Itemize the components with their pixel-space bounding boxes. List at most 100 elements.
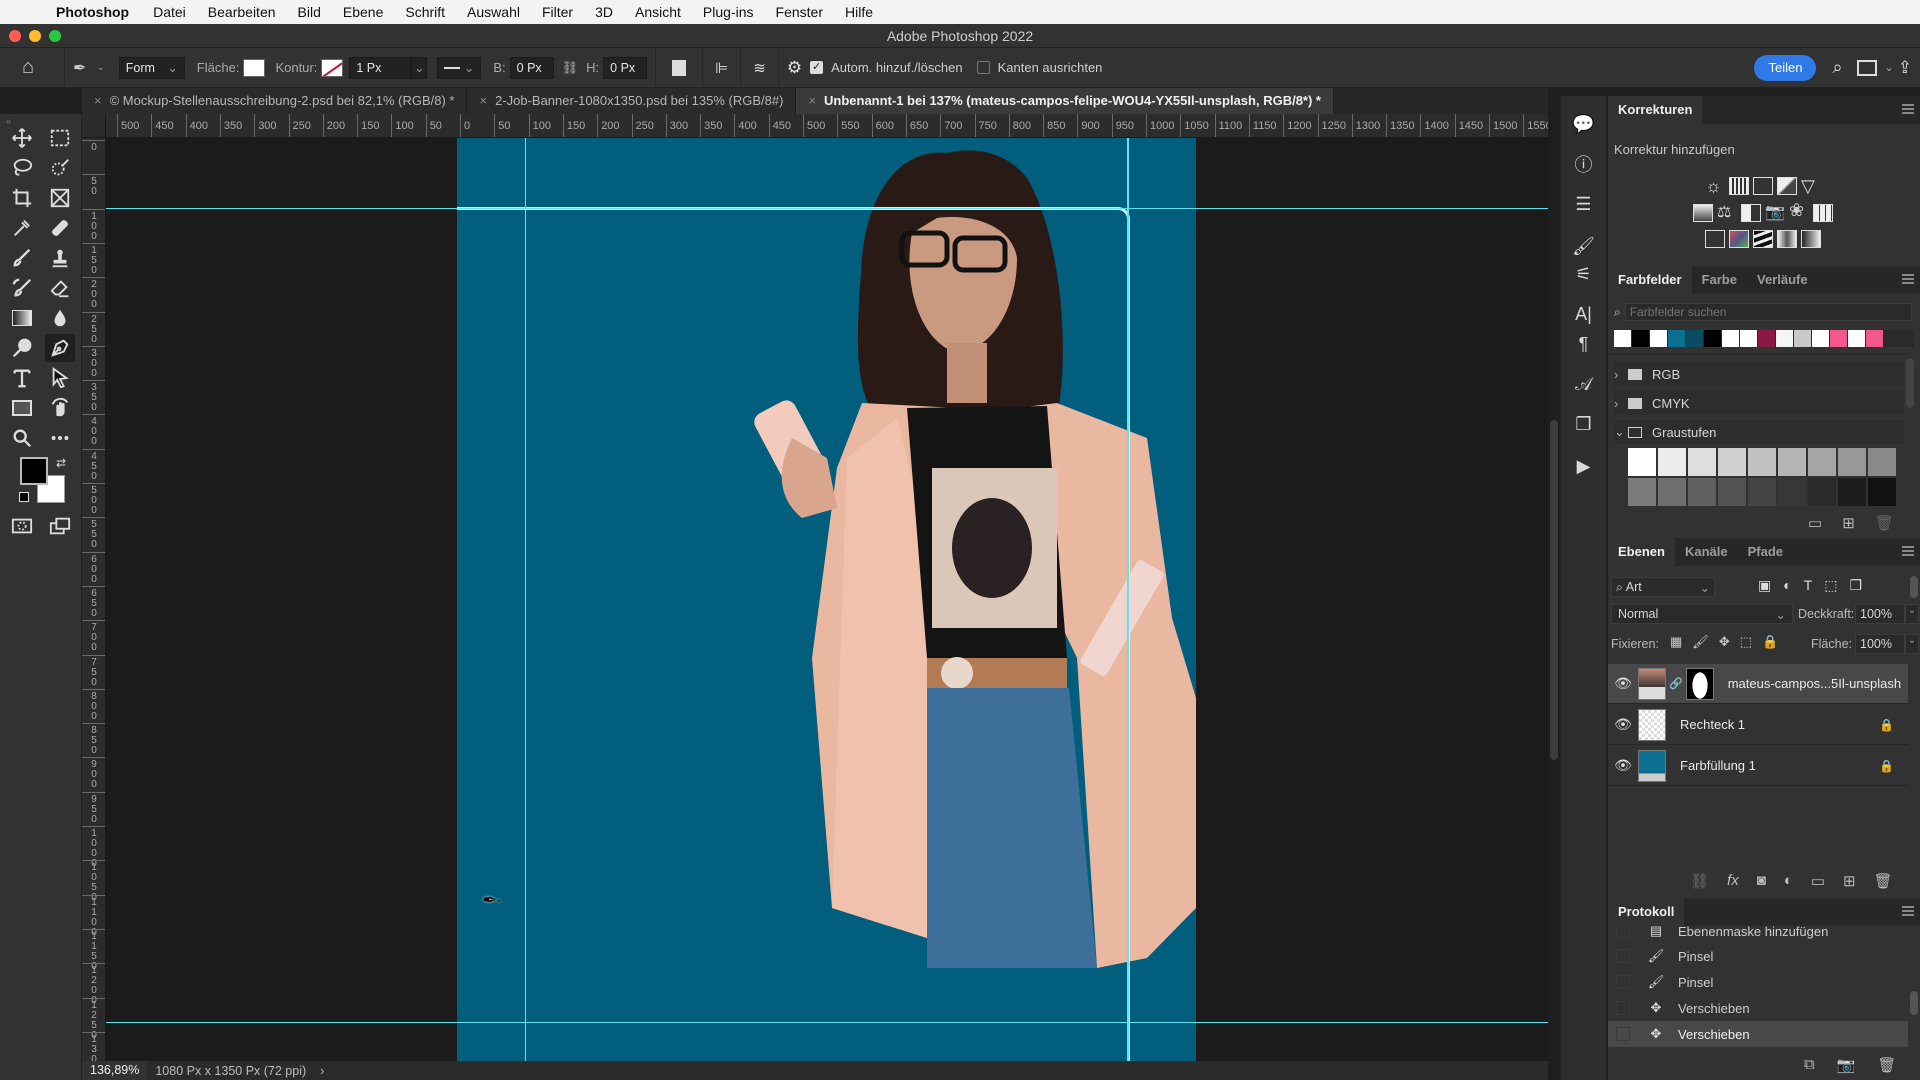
swap-colors-icon[interactable]: ⇄ — [56, 456, 66, 470]
grayscale-swatch[interactable] — [1808, 448, 1836, 476]
move-tool-icon[interactable] — [7, 124, 37, 152]
selective-color-icon[interactable] — [1777, 230, 1797, 248]
panel-menu-icon[interactable] — [1902, 104, 1914, 114]
menu-filter[interactable]: Filter — [542, 4, 573, 20]
layer-mask-thumbnail[interactable] — [1685, 667, 1714, 700]
path-selection-tool-icon[interactable] — [45, 364, 75, 392]
brush-tool-icon[interactable] — [7, 244, 37, 272]
swatch-group-rgb[interactable]: › RGB — [1614, 362, 1904, 386]
delete-state-icon[interactable]: 🗑 — [1877, 1056, 1896, 1074]
marquee-tool-icon[interactable] — [45, 124, 75, 152]
swatch[interactable] — [1866, 330, 1883, 347]
grayscale-swatch[interactable] — [1688, 448, 1716, 476]
guide-vertical-right[interactable] — [1127, 138, 1129, 1061]
swatch[interactable] — [1758, 330, 1775, 347]
menu-schrift[interactable]: Schrift — [405, 4, 445, 20]
menu-bearbeiten[interactable]: Bearbeiten — [208, 4, 276, 20]
rectangle-shape-outline[interactable] — [457, 207, 1130, 1061]
menu-ansicht[interactable]: Ansicht — [635, 4, 681, 20]
mask-link-icon[interactable]: 🔗 — [1669, 677, 1683, 690]
more-tools-icon[interactable] — [45, 424, 75, 452]
rectangle-tool-icon[interactable] — [7, 394, 37, 422]
color-lookup-icon[interactable] — [1813, 204, 1833, 222]
lock-transparency-icon[interactable]: ▦ — [1670, 634, 1682, 650]
grayscale-swatch[interactable] — [1838, 478, 1866, 506]
menu-auswahl[interactable]: Auswahl — [467, 4, 520, 20]
tab-farbfelder[interactable]: Farbfelder — [1608, 266, 1692, 294]
lasso-tool-icon[interactable] — [7, 154, 37, 182]
new-adjustment-layer-icon[interactable]: ◐ — [1784, 872, 1793, 890]
swatch[interactable] — [1740, 330, 1757, 347]
visibility-eye-icon[interactable]: 👁 — [1608, 675, 1638, 692]
swatch[interactable] — [1650, 330, 1667, 347]
grayscale-swatch[interactable] — [1808, 478, 1836, 506]
vertical-scrollbar[interactable] — [1550, 420, 1558, 760]
grayscale-swatch[interactable] — [1748, 478, 1776, 506]
layer-row-mateus[interactable]: 👁 🔗 mateus-campos...5Il-unsplash — [1608, 664, 1908, 704]
path-arrangement-icon[interactable]: ≋ — [753, 59, 766, 77]
tab-job-banner[interactable]: × 2-Job-Banner-1080x1350.psd bei 135% (RG… — [467, 88, 797, 114]
layer-filter-toggle[interactable] — [1910, 576, 1918, 598]
new-layer-icon[interactable]: ⊞ — [1843, 872, 1856, 890]
tab-farbe[interactable]: Farbe — [1692, 266, 1747, 294]
grayscale-swatch[interactable] — [1748, 448, 1776, 476]
tab-unbenannt[interactable]: × Unbenannt-1 bei 137% (mateus-campos-fel… — [796, 88, 1334, 114]
frame-tool-icon[interactable] — [45, 184, 75, 212]
tab-verlaeufe[interactable]: Verläufe — [1747, 266, 1818, 294]
layer-row-rechteck[interactable]: 👁 Rechteck 1 🔒 — [1608, 705, 1908, 745]
tab-kanaele[interactable]: Kanäle — [1675, 538, 1738, 566]
document-canvas[interactable] — [457, 138, 1196, 1061]
share-button[interactable]: Teilen — [1754, 54, 1817, 81]
stroke-swatch[interactable] — [321, 58, 344, 77]
quick-mask-icon[interactable] — [7, 512, 37, 540]
lock-artboard-icon[interactable]: ⬚ — [1740, 634, 1752, 650]
tool-mode-select[interactable]: Form ⌄ — [118, 56, 185, 79]
opacity-dropdown[interactable]: ⌄ — [1905, 604, 1919, 624]
tab-mockup[interactable]: × © Mockup-Stellenausschreibung-2.psd bei… — [82, 88, 468, 114]
menu-ebene[interactable]: Ebene — [343, 4, 383, 20]
menu-datei[interactable]: Datei — [153, 4, 186, 20]
chevron-down-icon[interactable]: ⌄ — [1885, 61, 1894, 74]
swatch[interactable] — [1794, 330, 1811, 347]
history-item[interactable]: ▤ Ebenenmaske hinzufügen — [1608, 926, 1908, 944]
filter-shape-icon[interactable]: ⬚ — [1824, 577, 1837, 594]
new-group-icon[interactable]: ▭ — [1811, 872, 1825, 890]
auto-add-delete-checkbox[interactable]: ✓ — [810, 61, 824, 74]
history-item[interactable]: ✥ Verschieben — [1608, 995, 1908, 1021]
tab-protokoll[interactable]: Protokoll — [1608, 898, 1685, 926]
posterize-icon[interactable] — [1729, 230, 1749, 248]
new-group-icon[interactable]: ▭ — [1808, 514, 1822, 532]
panel-menu-icon[interactable] — [1902, 546, 1914, 556]
fill-field[interactable]: 100% — [1855, 634, 1905, 654]
pen-tool-preset-icon[interactable]: ✒ — [73, 58, 86, 78]
blend-mode-select[interactable]: Normal ⌄ — [1611, 604, 1793, 624]
status-menu-arrow[interactable]: › — [320, 1064, 324, 1078]
menu-fenster[interactable]: Fenster — [776, 4, 823, 20]
swatch-group-graustufen[interactable]: ⌄ Graustufen — [1614, 420, 1904, 444]
search-icon[interactable]: ⌕ — [1832, 57, 1842, 78]
zoom-tool-icon[interactable] — [7, 424, 37, 452]
path-alignment-icon[interactable]: ⊫ — [715, 59, 728, 77]
new-swatch-icon[interactable]: ⊞ — [1842, 514, 1855, 532]
layer-row-farbfuellung[interactable]: 👁 Farbfüllung 1 🔒 — [1608, 746, 1908, 786]
close-tab-icon[interactable]: × — [479, 93, 487, 108]
foreground-color-swatch[interactable] — [20, 457, 48, 485]
crop-tool-icon[interactable] — [7, 184, 37, 212]
history-scrollbar[interactable] — [1910, 991, 1918, 1015]
lock-pixels-icon[interactable]: 🖌 — [1692, 634, 1709, 650]
menu-app[interactable]: Photoshop — [56, 4, 129, 20]
swatch-group-cmyk[interactable]: › CMYK — [1614, 391, 1904, 415]
height-field[interactable]: 0 Px — [603, 56, 648, 79]
blur-tool-icon[interactable] — [45, 304, 75, 332]
exposure-icon[interactable] — [1777, 177, 1797, 195]
grayscale-swatch[interactable] — [1688, 478, 1716, 506]
gradient-tool-icon[interactable] — [7, 304, 37, 332]
history-item[interactable]: 🖌 Pinsel — [1608, 943, 1908, 969]
fill-dropdown[interactable]: ⌄ — [1905, 634, 1919, 654]
history-item-selected[interactable]: ✥ Verschieben — [1608, 1021, 1908, 1047]
close-tab-icon[interactable]: × — [94, 93, 102, 108]
screen-mode-icon[interactable] — [45, 512, 75, 540]
zoom-window-button[interactable] — [49, 30, 61, 42]
grayscale-swatch[interactable] — [1868, 478, 1896, 506]
photo-filter-icon[interactable]: 📷 — [1765, 202, 1785, 222]
